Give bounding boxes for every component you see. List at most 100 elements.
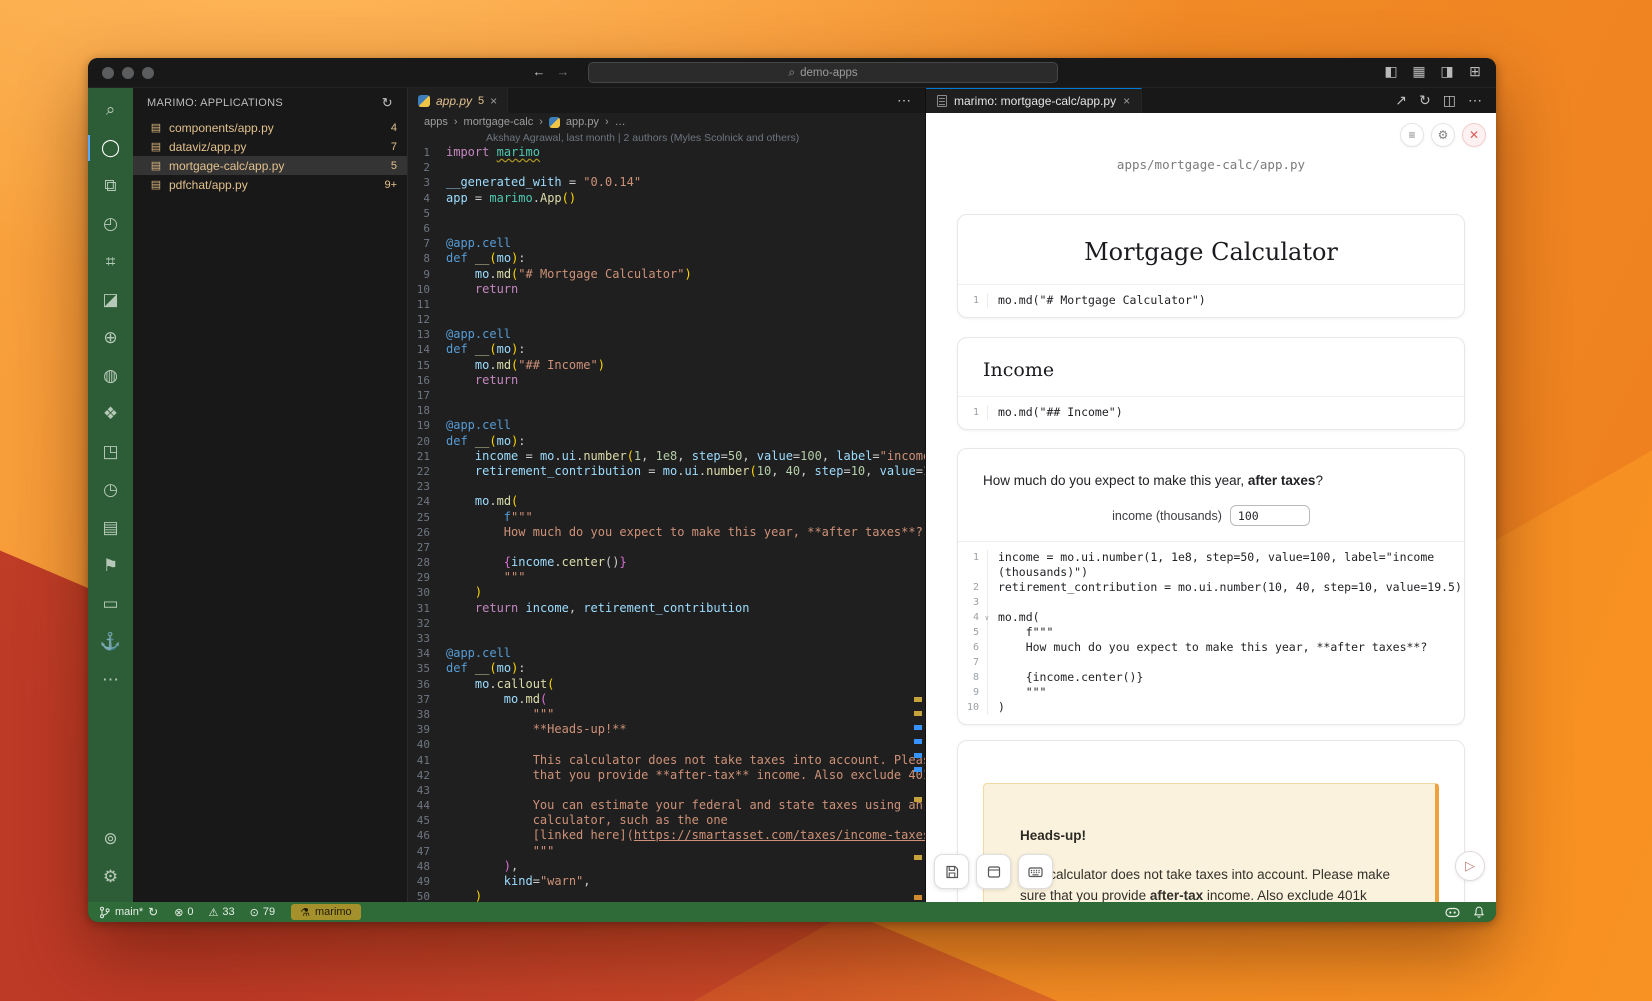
breadcrumb[interactable]: apps › mortgage-calc › app.py › …	[408, 113, 925, 131]
code-line[interactable]: 33	[408, 631, 925, 646]
code-line[interactable]: 47 """	[408, 844, 925, 859]
toggle-sidebar-icon[interactable]: ◧	[1382, 63, 1400, 80]
sidebar-item-dataviz-app-py[interactable]: ▤dataviz/app.py7	[133, 137, 407, 156]
code-line[interactable]: 12	[408, 312, 925, 327]
open-external-icon[interactable]: ↗	[1395, 92, 1407, 109]
sidebar-item-components-app-py[interactable]: ▤components/app.py4	[133, 118, 407, 137]
copy-pages-icon[interactable]: ⧉	[88, 167, 133, 205]
globe-icon[interactable]: ⊕	[88, 319, 133, 357]
more-actions-icon[interactable]: ⋯	[1468, 92, 1482, 109]
toggle-secondary-sidebar-icon[interactable]: ◨	[1438, 63, 1456, 80]
code-line[interactable]: 10 return	[408, 282, 925, 297]
settings-gear-icon[interactable]: ⚙	[88, 858, 133, 896]
webview-shutdown-icon[interactable]: ✕	[1462, 123, 1486, 147]
overview-ruler[interactable]	[911, 145, 925, 902]
code-line[interactable]: 38 """	[408, 707, 925, 722]
code-line[interactable]: 27	[408, 540, 925, 555]
git-branch-item[interactable]: main* ↻	[99, 905, 158, 919]
code-line[interactable]: 21 income = mo.ui.number(1, 1e8, step=50…	[408, 449, 925, 464]
code-line[interactable]: 37 mo.md(	[408, 692, 925, 707]
sidebar-item-pdfchat-app-py[interactable]: ▤pdfchat/app.py9+	[133, 175, 407, 194]
breadcrumb-item[interactable]: mortgage-calc	[464, 116, 534, 128]
code-line[interactable]: 6 How much do you expect to make this ye…	[958, 640, 1464, 655]
breadcrumb-item[interactable]: app.py	[566, 116, 599, 128]
fold-chevron-icon[interactable]: ∨	[985, 611, 989, 626]
code-line[interactable]: (thousands)")	[958, 565, 1464, 580]
open-in-browser-button[interactable]	[976, 854, 1011, 889]
code-line[interactable]: 44 You can estimate your federal and sta…	[408, 798, 925, 813]
webview-menu-icon[interactable]: ≡	[1400, 123, 1424, 147]
docker-icon[interactable]: ⚓	[88, 623, 133, 661]
code-line[interactable]: 35def __(mo):	[408, 661, 925, 676]
hierarchy-icon[interactable]: ⌗	[88, 243, 133, 281]
code-line[interactable]: 5	[408, 206, 925, 221]
terraform-icon[interactable]: ◪	[88, 281, 133, 319]
marimo-status-item[interactable]: ⚗ marimo	[291, 904, 361, 920]
code-line[interactable]: 29 """	[408, 570, 925, 585]
code-line[interactable]: 30 )	[408, 585, 925, 600]
code-line[interactable]: 6	[408, 221, 925, 236]
copilot-icon[interactable]	[1445, 907, 1460, 918]
code-line[interactable]: 1import marimo	[408, 145, 925, 160]
debug-flag-icon[interactable]: ⚑	[88, 547, 133, 585]
code-line[interactable]: 22 retirement_contribution = mo.ui.numbe…	[408, 464, 925, 479]
code-line[interactable]: 48 ),	[408, 859, 925, 874]
webview-settings-icon[interactable]: ⚙	[1431, 123, 1455, 147]
code-line[interactable]: 36 mo.callout(	[408, 677, 925, 692]
toggle-panel-icon[interactable]: ▦	[1410, 63, 1428, 80]
bell-notifications-icon[interactable]	[1473, 906, 1485, 919]
code-line[interactable]: 43	[408, 783, 925, 798]
code-line[interactable]: 1mo.md("## Income")	[958, 405, 1464, 420]
breadcrumb-item[interactable]: …	[615, 116, 626, 128]
code-line[interactable]: 20def __(mo):	[408, 434, 925, 449]
code-editor[interactable]: 1import marimo23__generated_with = "0.0.…	[408, 145, 925, 902]
code-line[interactable]: 39 **Heads-up!**	[408, 722, 925, 737]
income-number-input[interactable]: 100	[1230, 505, 1310, 526]
reload-icon[interactable]: ↻	[1419, 92, 1431, 109]
keyboard-shortcuts-button[interactable]	[1018, 854, 1053, 889]
code-line[interactable]: 19@app.cell	[408, 418, 925, 433]
code-line[interactable]: 7@app.cell	[408, 236, 925, 251]
code-line[interactable]: 8def __(mo):	[408, 251, 925, 266]
code-line[interactable]: 40	[408, 737, 925, 752]
code-line[interactable]: 16 return	[408, 373, 925, 388]
code-line[interactable]: 10)	[958, 700, 1464, 715]
code-line[interactable]: 42 that you provide **after-tax** income…	[408, 768, 925, 783]
code-line[interactable]: 31 return income, retirement_contributio…	[408, 601, 925, 616]
comments-icon[interactable]: ◳	[88, 433, 133, 471]
code-line[interactable]: 23	[408, 479, 925, 494]
editor-more-actions-icon[interactable]: ⋯	[897, 92, 911, 109]
code-line[interactable]: 11	[408, 297, 925, 312]
code-line[interactable]: 9 mo.md("# Mortgage Calculator")	[408, 267, 925, 282]
history-icon[interactable]: ◷	[88, 471, 133, 509]
code-line[interactable]: 50 )	[408, 889, 925, 902]
sync-icon[interactable]: ↻	[148, 905, 158, 919]
code-line[interactable]: 15 mo.md("## Income")	[408, 358, 925, 373]
code-line[interactable]: 28 {income.center()}	[408, 555, 925, 570]
nav-back-icon[interactable]: ←	[530, 64, 548, 79]
code-line[interactable]: 18	[408, 403, 925, 418]
run-app-button[interactable]: ▷	[1455, 851, 1485, 881]
code-line[interactable]: 2	[408, 160, 925, 175]
search-icon[interactable]: ⌕	[88, 91, 133, 129]
code-line[interactable]: 9 """	[958, 685, 1464, 700]
breadcrumb-item[interactable]: apps	[424, 116, 448, 128]
code-line[interactable]: 3__generated_with = "0.0.14"	[408, 175, 925, 190]
code-line[interactable]: 17	[408, 388, 925, 403]
split-editor-icon[interactable]: ◫	[1443, 92, 1456, 109]
code-line[interactable]: 2retirement_contribution = mo.ui.number(…	[958, 580, 1464, 595]
command-center-search[interactable]: ⌕ demo-apps	[588, 62, 1058, 83]
code-line[interactable]: 8 {income.center()}	[958, 670, 1464, 685]
save-button[interactable]	[934, 854, 969, 889]
minimize-window-button[interactable]	[122, 67, 134, 79]
zoom-window-button[interactable]	[142, 67, 154, 79]
sidebar-refresh-icon[interactable]: ↻	[382, 95, 393, 111]
customize-layout-icon[interactable]: ⊞	[1466, 63, 1484, 80]
marimo-icon[interactable]: ◯	[88, 129, 133, 167]
account-icon[interactable]: ⊚	[88, 820, 133, 858]
code-line[interactable]: 41 This calculator does not take taxes i…	[408, 753, 925, 768]
code-line[interactable]: 4∨mo.md(	[958, 610, 1464, 625]
code-line[interactable]: 32	[408, 616, 925, 631]
tab-app-py[interactable]: app.py 5 ×	[408, 88, 508, 113]
code-line[interactable]: 49 kind="warn",	[408, 874, 925, 889]
